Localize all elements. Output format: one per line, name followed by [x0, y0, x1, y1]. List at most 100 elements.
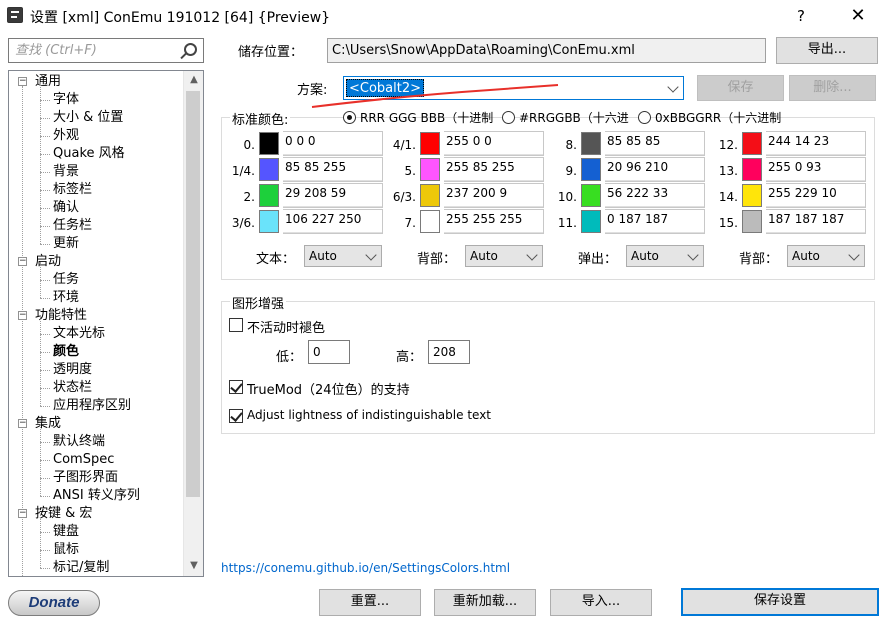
palette-selector-dropdown[interactable]: Auto — [304, 245, 382, 267]
tree-page-item[interactable]: ANSI 转义序列 — [53, 487, 140, 505]
collapse-toggle-icon[interactable]: − — [18, 419, 27, 428]
color-value-input[interactable]: 56 222 33 — [605, 183, 705, 208]
delete-scheme-button[interactable]: 删除... — [789, 75, 876, 101]
color-swatch[interactable] — [420, 184, 440, 207]
tree-category-item[interactable]: 启动 — [35, 253, 61, 271]
reset-button[interactable]: 重置... — [319, 589, 421, 616]
scroll-up-arrow-icon[interactable]: ▲ — [184, 71, 203, 89]
tree-page-item[interactable]: 文本光标 — [53, 325, 105, 343]
color-value-input[interactable]: 85 85 85 — [605, 131, 705, 156]
tree-page-item[interactable]: 大小 & 位置 — [53, 109, 123, 127]
tree-page-item[interactable]: 透明度 — [53, 361, 92, 379]
palette-selector-dropdown[interactable]: Auto — [626, 245, 704, 267]
search-icon[interactable] — [184, 43, 197, 56]
format-bgr-radio[interactable] — [638, 111, 651, 124]
low-value-input[interactable]: 0 — [308, 340, 350, 364]
import-button[interactable]: 导入... — [550, 589, 652, 616]
donate-button[interactable]: Donate — [8, 590, 100, 616]
reload-button[interactable]: 重新加载... — [434, 589, 536, 616]
collapse-toggle-icon[interactable]: − — [18, 311, 27, 320]
tree-connector — [40, 226, 41, 244]
fade-inactive-checkbox[interactable] — [229, 318, 243, 332]
color-value-input[interactable]: 244 14 23 — [766, 131, 866, 156]
color-swatch[interactable] — [742, 210, 762, 233]
scroll-down-arrow-icon[interactable]: ▼ — [184, 557, 203, 575]
color-swatch[interactable] — [259, 210, 279, 233]
color-value-input[interactable]: 255 0 93 — [766, 157, 866, 182]
color-swatch[interactable] — [581, 210, 601, 233]
color-value-input[interactable]: 85 85 255 — [283, 157, 383, 182]
help-link[interactable]: https://conemu.github.io/en/SettingsColo… — [221, 561, 510, 575]
conemu-app-icon[interactable] — [7, 7, 23, 23]
adjust-lightness-checkbox[interactable] — [229, 409, 243, 423]
palette-selector-dropdown[interactable]: Auto — [787, 245, 865, 267]
truemod-checkbox[interactable] — [229, 380, 243, 394]
tree-page-item[interactable]: 颜色 — [53, 343, 79, 361]
color-value-input[interactable]: 0 187 187 — [605, 209, 705, 234]
tree-category-item[interactable]: 通用 — [35, 73, 61, 91]
tree-category-item[interactable]: 按键 & 宏 — [35, 505, 92, 523]
color-value-input[interactable]: 255 0 0 — [444, 131, 544, 156]
color-swatch[interactable] — [581, 132, 601, 155]
color-index-label: 8. — [565, 138, 577, 152]
close-button[interactable]: ✕ — [843, 4, 873, 28]
color-swatch[interactable] — [581, 158, 601, 181]
tree-page-item[interactable]: ComSpec — [53, 451, 114, 469]
color-swatch[interactable] — [581, 184, 601, 207]
tree-page-item[interactable]: 背景 — [53, 163, 79, 181]
high-value-input[interactable]: 208 — [428, 340, 470, 364]
tree-page-item[interactable]: 更新 — [53, 235, 79, 253]
color-swatch[interactable] — [420, 210, 440, 233]
color-swatch[interactable] — [259, 184, 279, 207]
tree-page-item[interactable]: 环境 — [53, 289, 79, 307]
color-value-input[interactable]: 187 187 187 — [766, 209, 866, 234]
tree-page-item[interactable]: 子图形界面 — [53, 469, 118, 487]
tree-page-item[interactable]: 默认终端 — [53, 433, 105, 451]
tree-category-item[interactable]: 集成 — [35, 415, 61, 433]
color-swatch[interactable] — [259, 158, 279, 181]
color-swatch[interactable] — [259, 132, 279, 155]
settings-search-input[interactable] — [13, 39, 173, 61]
tree-category-item[interactable]: 功能特性 — [35, 307, 87, 325]
tree-page-item[interactable]: 确认 — [53, 199, 79, 217]
color-value-input[interactable]: 0 0 0 — [283, 131, 383, 156]
tree-page-item[interactable]: 标签栏 — [53, 181, 92, 199]
color-value-input[interactable]: 255 85 255 — [444, 157, 544, 182]
color-swatch[interactable] — [742, 132, 762, 155]
storage-path-field[interactable]: C:\Users\Snow\AppData\Roaming\ConEmu.xml — [327, 38, 766, 63]
tree-page-item[interactable]: 应用程序区别 — [53, 397, 131, 415]
color-swatch[interactable] — [420, 158, 440, 181]
collapse-toggle-icon[interactable]: − — [18, 77, 27, 86]
tree-connector — [40, 190, 41, 208]
tree-scroll-thumb[interactable] — [186, 91, 200, 497]
format-decimal-radio[interactable] — [343, 111, 356, 124]
tree-page-item[interactable]: 键盘 — [53, 523, 79, 541]
annotation-underline — [311, 84, 559, 108]
color-value-input[interactable]: 255 255 255 — [444, 209, 544, 234]
tree-page-item[interactable]: 任务 — [53, 271, 79, 289]
palette-selector-dropdown[interactable]: Auto — [465, 245, 543, 267]
color-swatch[interactable] — [742, 184, 762, 207]
export-button[interactable]: 导出... — [776, 37, 878, 64]
tree-page-item[interactable]: 字体 — [53, 91, 79, 109]
color-value-input[interactable]: 20 96 210 — [605, 157, 705, 182]
tree-page-item[interactable]: 任务栏 — [53, 217, 92, 235]
color-value-input[interactable]: 237 200 9 — [444, 183, 544, 208]
color-swatch[interactable] — [420, 132, 440, 155]
tree-page-item[interactable]: 外观 — [53, 127, 79, 145]
tree-page-item[interactable]: 鼠标 — [53, 541, 79, 559]
color-index-label: 10. — [557, 190, 577, 204]
help-button[interactable]: ? — [786, 4, 816, 28]
collapse-toggle-icon[interactable]: − — [18, 257, 27, 266]
color-value-input[interactable]: 106 227 250 — [283, 209, 383, 234]
save-scheme-button[interactable]: 保存 — [697, 75, 784, 101]
color-value-input[interactable]: 29 208 59 — [283, 183, 383, 208]
save-settings-button[interactable]: 保存设置 — [681, 588, 879, 616]
format-hex-radio[interactable] — [502, 111, 515, 124]
tree-page-item[interactable]: 状态栏 — [53, 379, 92, 397]
tree-page-item[interactable]: Quake 风格 — [53, 145, 125, 163]
tree-page-item[interactable]: 标记/复制 — [53, 559, 109, 576]
color-value-input[interactable]: 255 229 10 — [766, 183, 866, 208]
color-swatch[interactable] — [742, 158, 762, 181]
collapse-toggle-icon[interactable]: − — [18, 509, 27, 518]
